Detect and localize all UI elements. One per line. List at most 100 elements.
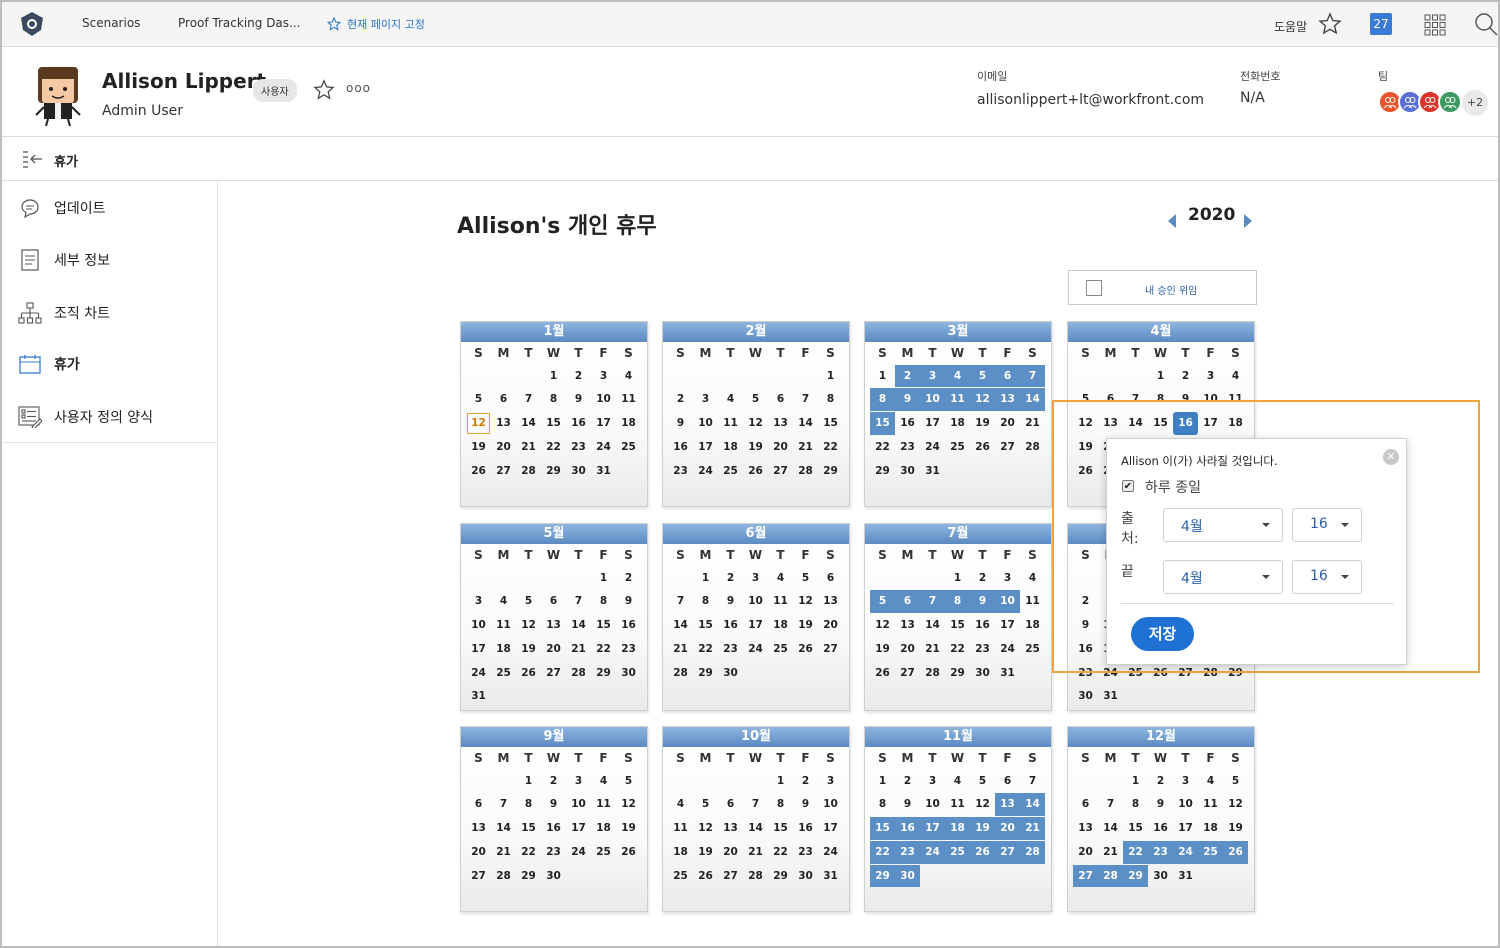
day-cell[interactable]: 19 xyxy=(870,638,895,661)
day-cell[interactable]: 27 xyxy=(1073,864,1098,888)
day-cell[interactable]: 2 xyxy=(616,567,641,590)
day-cell[interactable]: 3 xyxy=(1198,365,1223,388)
day-cell[interactable]: 12 xyxy=(516,614,541,637)
day-cell[interactable]: 25 xyxy=(945,436,970,459)
day-cell[interactable]: 6 xyxy=(466,793,491,816)
day-cell[interactable]: 18 xyxy=(945,412,970,435)
day-cell[interactable]: 15 xyxy=(870,412,895,435)
day-cell[interactable]: 20 xyxy=(818,614,843,637)
day-cell[interactable]: 1 xyxy=(693,567,718,590)
day-cell[interactable]: 27 xyxy=(818,638,843,661)
prev-year-arrow-icon[interactable] xyxy=(1167,214,1177,228)
day-cell[interactable]: 21 xyxy=(743,841,768,864)
day-cell[interactable]: 24 xyxy=(818,841,843,864)
day-cell[interactable]: 17 xyxy=(995,614,1020,637)
day-cell[interactable]: 15 xyxy=(870,817,895,840)
day-cell[interactable]: 5 xyxy=(1223,770,1248,793)
day-cell[interactable]: 7 xyxy=(920,590,945,614)
day-cell[interactable]: 22 xyxy=(516,841,541,864)
day-cell[interactable]: 17 xyxy=(743,614,768,637)
day-cell[interactable]: 26 xyxy=(1223,840,1248,864)
day-cell[interactable]: 22 xyxy=(541,436,566,459)
day-cell[interactable]: 19 xyxy=(793,614,818,637)
day-cell[interactable]: 9 xyxy=(895,388,920,412)
day-cell[interactable]: 17 xyxy=(466,638,491,661)
day-cell[interactable]: 27 xyxy=(768,460,793,483)
day-cell[interactable]: 25 xyxy=(718,460,743,483)
day-cell[interactable]: 14 xyxy=(743,817,768,840)
day-cell[interactable]: 8 xyxy=(693,590,718,613)
day-cell[interactable]: 7 xyxy=(491,793,516,816)
day-cell[interactable]: 16 xyxy=(793,817,818,840)
day-cell[interactable]: 13 xyxy=(995,388,1020,412)
day-cell[interactable]: 6 xyxy=(491,388,516,411)
day-cell[interactable]: 15 xyxy=(945,614,970,637)
day-cell[interactable]: 27 xyxy=(466,865,491,888)
day-cell[interactable]: 19 xyxy=(466,436,491,459)
day-cell[interactable]: 12 xyxy=(793,590,818,613)
day-cell[interactable]: 10 xyxy=(466,614,491,637)
day-cell[interactable]: 10 xyxy=(566,793,591,816)
day-cell[interactable]: 30 xyxy=(718,662,743,685)
day-cell[interactable]: 15 xyxy=(591,614,616,637)
sidebar-item-custom-forms[interactable]: 사용자 정의 양식 xyxy=(18,402,153,432)
day-cell[interactable]: 9 xyxy=(970,590,995,614)
day-cell[interactable]: 2 xyxy=(718,567,743,590)
day-cell[interactable]: 19 xyxy=(970,412,995,435)
day-cell[interactable]: 9 xyxy=(668,412,693,435)
day-cell[interactable]: 14 xyxy=(668,614,693,637)
day-cell[interactable]: 5 xyxy=(516,590,541,613)
day-cell[interactable]: 31 xyxy=(1098,685,1123,708)
day-cell[interactable]: 24 xyxy=(920,840,945,864)
day-cell[interactable]: 31 xyxy=(466,685,491,708)
day-cell[interactable]: 6 xyxy=(718,793,743,816)
day-cell[interactable]: 29 xyxy=(1123,864,1148,888)
day-cell[interactable]: 19 xyxy=(693,841,718,864)
day-cell[interactable]: 11 xyxy=(1020,590,1045,613)
day-cell[interactable]: 29 xyxy=(516,865,541,888)
day-cell[interactable]: 23 xyxy=(970,638,995,661)
day-cell[interactable]: 24 xyxy=(920,436,945,459)
day-cell[interactable]: 10 xyxy=(693,412,718,435)
day-cell[interactable]: 2 xyxy=(668,388,693,411)
day-cell[interactable]: 15 xyxy=(541,412,566,435)
day-cell[interactable]: 10 xyxy=(818,793,843,816)
day-cell[interactable]: 17 xyxy=(591,412,616,435)
all-day-checkbox[interactable]: ✔ xyxy=(1122,480,1134,492)
day-cell[interactable]: 8 xyxy=(516,793,541,816)
day-cell[interactable]: 1 xyxy=(945,567,970,590)
day-cell[interactable]: 21 xyxy=(1020,817,1045,840)
day-cell[interactable]: 26 xyxy=(970,436,995,459)
day-cell[interactable]: 16 xyxy=(718,614,743,637)
day-cell[interactable]: 26 xyxy=(466,460,491,483)
day-cell[interactable]: 30 xyxy=(541,865,566,888)
favorites-star-icon[interactable] xyxy=(1318,12,1342,36)
day-cell[interactable]: 29 xyxy=(945,662,970,685)
day-cell[interactable]: 5 xyxy=(970,364,995,388)
day-cell[interactable]: 10 xyxy=(1173,793,1198,816)
day-cell[interactable]: 31 xyxy=(995,662,1020,685)
day-cell[interactable]: 13 xyxy=(818,590,843,613)
day-cell[interactable]: 13 xyxy=(1073,817,1098,840)
day-cell[interactable]: 19 xyxy=(970,817,995,840)
day-cell[interactable]: 10 xyxy=(920,388,945,412)
day-cell[interactable]: 12 xyxy=(970,388,995,412)
collapse-panel-icon[interactable] xyxy=(22,150,44,168)
day-cell[interactable]: 25 xyxy=(1020,638,1045,661)
nav-proof-tracking[interactable]: Proof Tracking Das... xyxy=(178,16,300,30)
day-cell[interactable]: 13 xyxy=(466,817,491,840)
day-cell[interactable]: 4 xyxy=(1223,365,1248,388)
day-cell[interactable]: 30 xyxy=(895,460,920,483)
day-cell[interactable]: 28 xyxy=(566,662,591,685)
email-value[interactable]: allisonlippert+lt@workfront.com xyxy=(977,92,1204,108)
day-cell[interactable]: 13 xyxy=(718,817,743,840)
day-cell[interactable]: 20 xyxy=(466,841,491,864)
day-cell[interactable]: 10 xyxy=(920,793,945,816)
day-cell[interactable]: 16 xyxy=(1148,817,1173,840)
favorite-star-icon[interactable] xyxy=(313,79,335,101)
day-cell[interactable]: 7 xyxy=(566,590,591,613)
day-cell[interactable]: 4 xyxy=(491,590,516,613)
day-cell[interactable]: 12 xyxy=(693,817,718,840)
day-cell[interactable]: 23 xyxy=(616,638,641,661)
day-cell[interactable]: 23 xyxy=(895,840,920,864)
